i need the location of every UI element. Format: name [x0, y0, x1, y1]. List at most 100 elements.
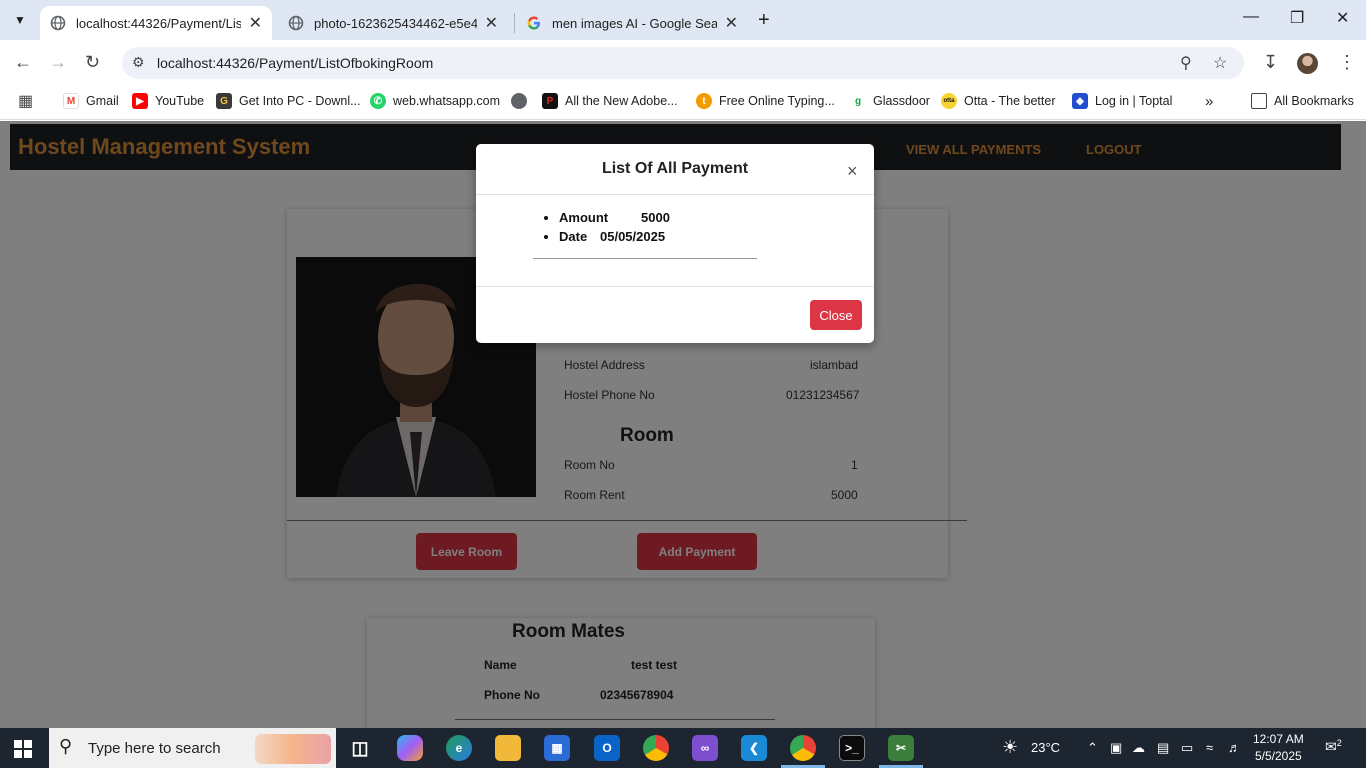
adobe-icon: P — [542, 93, 558, 109]
search-highlight-image — [255, 734, 331, 764]
edge-icon[interactable]: e — [446, 735, 472, 761]
modal-header-divider — [476, 194, 874, 195]
search-icon: ⚲ — [59, 736, 73, 756]
search-placeholder: Type here to search — [88, 740, 221, 757]
temperature[interactable]: 23°C — [1031, 740, 1060, 755]
page-content: Hostel Management System VIEW ALL PAYMEN… — [0, 121, 1366, 728]
tab-title: men images AI - Google Search — [552, 15, 717, 31]
apps-grid-icon[interactable]: ▦ — [18, 92, 33, 110]
download-icon[interactable]: ↧ — [1263, 52, 1278, 73]
task-view-icon[interactable]: ◫ — [347, 735, 373, 761]
outlook-icon[interactable]: O — [594, 735, 620, 761]
list-item: Date 05/05/2025 — [559, 229, 670, 248]
visual-studio-icon[interactable]: ∞ — [692, 735, 718, 761]
date-label: Date — [559, 229, 588, 244]
copilot-icon[interactable] — [397, 735, 423, 761]
tab-search-button[interactable]: ▼ — [8, 8, 32, 32]
amount-value: 5000 — [641, 210, 670, 225]
bookmark-toptal[interactable]: ◆ Log in | Toptal — [1072, 92, 1172, 110]
tab-payment[interactable]: localhost:44326/Payment/ListOf ✕ — [40, 6, 272, 40]
reload-icon[interactable]: ↻ — [85, 52, 100, 73]
all-bookmarks[interactable]: All Bookmarks — [1251, 92, 1354, 110]
forward-icon[interactable]: → — [49, 52, 67, 73]
tab-title: photo-1623625434462-e5e423 — [314, 15, 477, 31]
file-explorer-icon[interactable] — [495, 735, 521, 761]
notification-count: 2 — [1336, 738, 1342, 748]
minimize-icon[interactable]: — — [1243, 8, 1259, 26]
divider — [533, 258, 757, 259]
tab-separator — [514, 13, 515, 33]
close-tab-icon[interactable]: ✕ — [249, 13, 262, 33]
otta-icon: otta — [941, 93, 957, 109]
meet-icon[interactable]: ▣ — [1110, 740, 1122, 756]
bookmark-label: All Bookmarks — [1274, 94, 1354, 108]
clock-time: 12:07 AM — [1253, 732, 1304, 746]
typing-icon: t — [696, 93, 712, 109]
modal-title: List Of All Payment — [601, 160, 749, 177]
close-tab-icon[interactable]: ✕ — [725, 13, 738, 33]
gmail-icon: M — [63, 93, 79, 109]
weather-icon[interactable]: ☀ — [1002, 737, 1018, 758]
close-window-icon[interactable]: ✕ — [1336, 8, 1349, 28]
display-icon[interactable]: ▤ — [1157, 740, 1169, 756]
windows-start-icon[interactable] — [14, 740, 32, 758]
close-button[interactable]: Close — [810, 300, 862, 330]
folder-icon — [1251, 93, 1267, 109]
youtube-icon: ▶ — [132, 93, 148, 109]
amount-label: Amount — [559, 210, 609, 225]
onedrive-icon[interactable]: ☁ — [1132, 740, 1145, 756]
system-clock[interactable]: 12:07 AM 5/5/2025 — [1253, 731, 1304, 765]
terminal-icon[interactable]: >_ — [839, 735, 865, 761]
back-icon[interactable]: ← — [14, 52, 32, 73]
bookmark-label: Glassdoor — [873, 94, 930, 108]
globe-icon — [511, 93, 527, 109]
address-bar[interactable]: ⚙ localhost:44326/Payment/ListOfbokingRo… — [122, 47, 1244, 79]
new-tab-icon[interactable]: + — [758, 9, 770, 32]
bookmark-globe[interactable] — [511, 92, 534, 110]
bookmark-star-icon[interactable]: ☆ — [1213, 53, 1227, 73]
getintopc-icon: G — [216, 93, 232, 109]
battery-icon[interactable]: ▭ — [1181, 740, 1193, 756]
restore-icon[interactable]: ❐ — [1290, 8, 1304, 28]
payments-modal: List Of All Payment × Amount 5000 Date 05/… — [476, 144, 874, 343]
bookmark-label: Free Online Typing... — [719, 94, 835, 108]
menu-kebab-icon[interactable]: ⋮ — [1338, 52, 1356, 73]
payment-list: Amount 5000 Date 05/05/2025 — [542, 210, 670, 248]
close-icon[interactable]: × — [847, 161, 858, 182]
bookmark-gmail[interactable]: M Gmail — [63, 92, 119, 110]
bookmark-typing[interactable]: t Free Online Typing... — [696, 92, 835, 110]
microsoft-store-icon[interactable]: ▦ — [544, 735, 570, 761]
bookmark-getintopc[interactable]: G Get Into PC - Downl... — [216, 92, 361, 110]
notification-icon[interactable]: ✉2 — [1325, 738, 1342, 756]
whatsapp-icon: ✆ — [370, 93, 386, 109]
zoom-icon[interactable]: ⚲ — [1180, 53, 1192, 73]
tab-title: localhost:44326/Payment/ListOf — [76, 15, 241, 31]
glassdoor-icon: g — [850, 93, 866, 109]
bookmark-adobe[interactable]: P All the New Adobe... — [542, 92, 678, 110]
site-settings-icon[interactable]: ⚙ — [132, 54, 145, 71]
bookmark-label: web.whatsapp.com — [393, 94, 501, 108]
bookmark-youtube[interactable]: ▶ YouTube — [132, 92, 204, 110]
chrome-icon[interactable] — [643, 735, 669, 761]
tab-google-search[interactable]: men images AI - Google Search ✕ — [516, 6, 748, 40]
modal-footer-divider — [476, 286, 874, 287]
bookmark-otta[interactable]: otta Otta - The better — [941, 92, 1055, 110]
tab-photo[interactable]: photo-1623625434462-e5e423 ✕ — [278, 6, 508, 40]
chrome-active-icon[interactable] — [790, 735, 816, 761]
more-bookmarks-icon[interactable]: » — [1205, 92, 1213, 110]
taskbar: ⚲ Type here to search ◫ e ▦ O ∞ ❮ >_ ✂ ☀… — [0, 728, 1366, 768]
list-item: Amount 5000 — [559, 210, 670, 229]
profile-avatar[interactable] — [1297, 53, 1318, 74]
chevron-up-icon[interactable]: ⌃ — [1087, 740, 1098, 756]
wifi-icon[interactable]: ≈ — [1206, 740, 1213, 755]
bookmark-whatsapp[interactable]: ✆ web.whatsapp.com — [370, 92, 500, 110]
clock-date: 5/5/2025 — [1254, 749, 1302, 763]
bookmark-glassdoor[interactable]: g Glassdoor — [850, 92, 930, 110]
chevron-down-icon: ▼ — [14, 13, 26, 27]
close-tab-icon[interactable]: ✕ — [485, 13, 498, 33]
vscode-icon[interactable]: ❮ — [741, 735, 767, 761]
taskbar-search[interactable]: ⚲ Type here to search — [49, 728, 336, 768]
date-value: 05/05/2025 — [600, 229, 666, 244]
snipping-tool-icon[interactable]: ✂ — [888, 735, 914, 761]
volume-icon[interactable]: ♬ — [1228, 740, 1241, 755]
